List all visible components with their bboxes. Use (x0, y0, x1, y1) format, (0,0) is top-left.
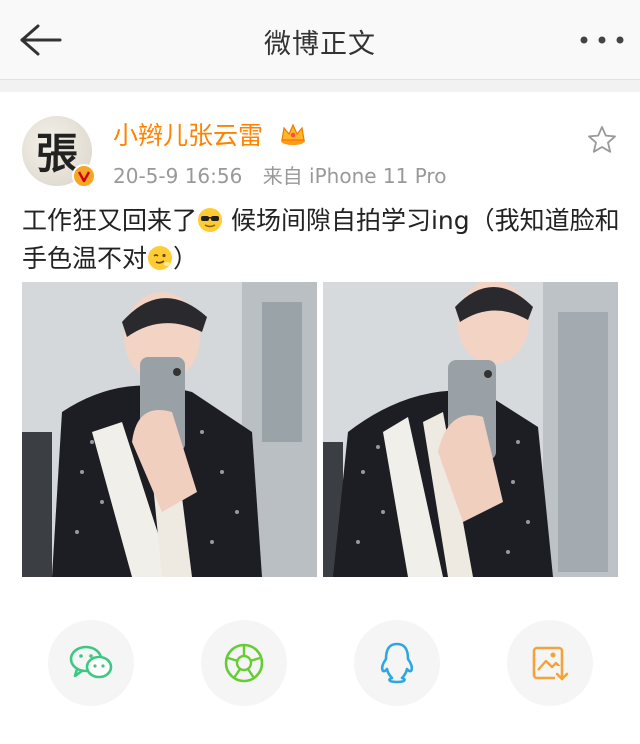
author-name[interactable]: 小辫儿张云雷 (113, 116, 263, 152)
crown-badge-icon (281, 123, 305, 145)
post-image-2[interactable] (323, 282, 618, 577)
post-card: 張 小辫儿张云雷 20-5-9 16:56 来自 iPhone 11 Pro 工… (0, 92, 640, 744)
moments-icon (224, 643, 264, 683)
star-favorite-icon[interactable] (586, 124, 618, 156)
save-image-button[interactable] (507, 620, 593, 706)
post-image-1[interactable] (22, 282, 317, 577)
avatar[interactable]: 張 (22, 116, 96, 188)
avatar-glyph-text: 張 (36, 129, 78, 178)
post-date: 20-5-9 16:56 (113, 164, 243, 188)
sunglasses-emoji-icon (198, 208, 223, 232)
qq-icon (380, 642, 414, 684)
post-text-part3: ） (173, 244, 199, 273)
page-title: 微博正文 (264, 29, 376, 60)
post-source: 来自 iPhone 11 Pro (262, 164, 447, 188)
share-row (0, 620, 640, 710)
post-meta: 20-5-9 16:56 来自 iPhone 11 Pro (113, 160, 460, 189)
post-text: 工作狂又回来了 候场间隙自拍学习ing（我知道脸和手色温不对 ） (22, 202, 622, 278)
top-nav-bar: 微博正文 (0, 0, 640, 80)
share-wechat-button[interactable] (48, 620, 134, 706)
save-image-icon (532, 646, 569, 682)
share-moments-button[interactable] (201, 620, 287, 706)
share-qq-button[interactable] (354, 620, 440, 706)
post-text-part1: 工作狂又回来了 (22, 206, 198, 235)
more-dots-icon[interactable] (578, 30, 626, 50)
wechat-icon (69, 645, 113, 679)
verified-badge-icon (72, 164, 96, 188)
wink-emoji-icon (148, 246, 173, 270)
